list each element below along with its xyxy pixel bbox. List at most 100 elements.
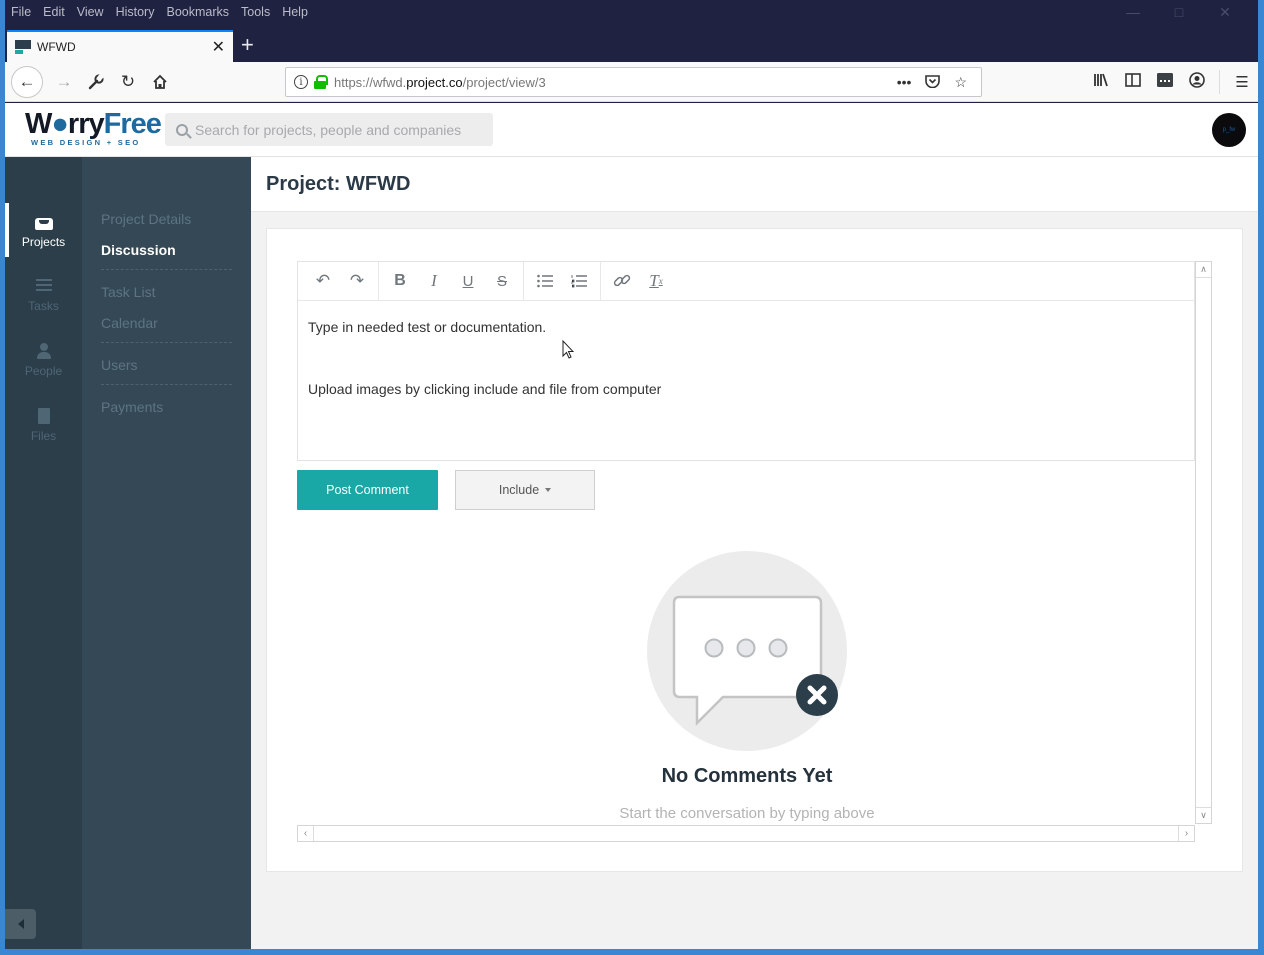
url-bar[interactable]: i https://wfwd.project.co/project/view/3…: [285, 67, 982, 97]
browser-window: File Edit View History Bookmarks Tools H…: [0, 0, 1264, 955]
strikethrough-icon[interactable]: S: [485, 266, 519, 296]
close-window-icon[interactable]: ✕: [1202, 4, 1248, 21]
maximize-icon[interactable]: □: [1156, 4, 1202, 21]
editor-toolbar: ↶ ↷ B I U S T x: [298, 261, 1194, 301]
library-icon[interactable]: [1085, 73, 1117, 91]
home-icon[interactable]: [145, 67, 175, 97]
menu-view[interactable]: View: [77, 5, 104, 19]
menu-help[interactable]: Help: [282, 5, 308, 19]
window-controls: — □ ✕: [1110, 4, 1248, 21]
logo-word-1: W●rry: [25, 108, 105, 140]
mouse-cursor-icon: [562, 340, 574, 359]
scroll-right-icon[interactable]: ›: [1178, 826, 1194, 841]
toolbar-icons: ☰: [1085, 67, 1258, 97]
rail-item-people[interactable]: People: [5, 330, 82, 390]
menu-icon[interactable]: ☰: [1226, 73, 1258, 91]
search-icon: [176, 123, 188, 136]
new-tab-icon[interactable]: +: [241, 32, 254, 58]
menu-history[interactable]: History: [116, 5, 155, 19]
search-placeholder: Search for projects, people and companie…: [195, 121, 462, 138]
scroll-up-icon[interactable]: ∧: [1196, 262, 1211, 278]
tab-wfwd[interactable]: WFWD ✕: [7, 30, 233, 62]
link-icon[interactable]: [605, 266, 639, 296]
bulleted-list-icon[interactable]: [528, 266, 562, 296]
main-content: Project: WFWD ↶ ↷ B I U S T x Type in ne…: [251, 157, 1258, 949]
dot-icon: [704, 638, 724, 658]
subnav-task-list[interactable]: Task List: [101, 284, 232, 300]
page-actions-icon[interactable]: •••: [897, 74, 912, 90]
subnav-divider: [101, 269, 232, 270]
bold-icon[interactable]: B: [383, 266, 417, 296]
scroll-left-icon[interactable]: ‹: [298, 826, 314, 841]
project-subnav: Project Details Discussion Task List Cal…: [82, 157, 251, 949]
nav-bar: ← → ↻ i https://wfwd.project.co/project/…: [5, 62, 1258, 102]
list-group: [524, 261, 601, 301]
tab-strip: WFWD ✕ +: [5, 30, 1258, 62]
italic-icon[interactable]: I: [417, 266, 451, 296]
vertical-scrollbar[interactable]: ∧ ∨: [1195, 261, 1212, 824]
info-icon[interactable]: i: [294, 75, 308, 89]
inbox-icon: [34, 217, 53, 230]
favicon-icon: [15, 40, 31, 54]
app: W●rryFree WEB DESIGN + SEO Search for pr…: [5, 103, 1258, 949]
history-group: ↶ ↷: [302, 261, 379, 301]
rail-label: People: [24, 363, 63, 378]
menu-bookmarks[interactable]: Bookmarks: [166, 5, 229, 19]
undo-icon[interactable]: ↶: [306, 266, 340, 296]
url-text[interactable]: https://wfwd.project.co/project/view/3: [334, 75, 897, 90]
rail-item-tasks[interactable]: Tasks: [5, 265, 82, 325]
avatar[interactable]: p_fw: [1212, 113, 1246, 147]
menu-edit[interactable]: Edit: [43, 5, 65, 19]
horizontal-scrollbar[interactable]: ‹ ›: [297, 825, 1195, 842]
rail-label: Projects: [21, 234, 66, 249]
bookmark-star-icon[interactable]: ☆: [954, 74, 967, 91]
page-title: Project: WFWD: [266, 173, 411, 195]
include-dropdown-button[interactable]: Include: [455, 470, 595, 510]
url-prefix: https://wfwd.: [334, 74, 407, 90]
reload-icon[interactable]: ↻: [113, 67, 143, 97]
clear-formatting-icon[interactable]: Tx: [639, 266, 673, 296]
menu-bar: File Edit View History Bookmarks Tools H…: [5, 0, 1258, 24]
account-icon[interactable]: [1181, 72, 1213, 92]
rail-label: Files: [30, 428, 57, 443]
lock-icon[interactable]: [314, 75, 328, 89]
app-topbar: W●rryFree WEB DESIGN + SEO Search for pr…: [5, 103, 1258, 157]
subnav-payments[interactable]: Payments: [101, 399, 232, 415]
editor-line: Upload images by clicking include and fi…: [308, 381, 662, 397]
caret-down-icon: [545, 488, 552, 492]
underline-icon[interactable]: U: [451, 266, 485, 296]
search-input[interactable]: Search for projects, people and companie…: [165, 113, 493, 146]
discussion-card: ↶ ↷ B I U S T x Type in needed test or d…: [266, 228, 1243, 872]
subnav-users[interactable]: Users: [101, 357, 232, 373]
extension-icon[interactable]: [1149, 73, 1181, 91]
empty-state-subtitle: Start the conversation by typing above: [619, 805, 875, 822]
subnav-discussion[interactable]: Discussion: [101, 242, 232, 258]
insert-group: Tx: [601, 262, 677, 301]
menu-file[interactable]: File: [11, 5, 31, 19]
minimize-icon[interactable]: —: [1110, 4, 1156, 21]
file-icon: [35, 407, 53, 424]
sidebar-icon[interactable]: [1117, 73, 1149, 91]
subnav-calendar[interactable]: Calendar: [101, 315, 232, 331]
close-tab-icon[interactable]: ✕: [212, 37, 225, 57]
redo-icon[interactable]: ↷: [340, 266, 374, 296]
menu-tools[interactable]: Tools: [241, 5, 270, 19]
subnav-project-details[interactable]: Project Details: [101, 211, 232, 227]
worryfree-logo[interactable]: W●rryFree WEB DESIGN + SEO: [25, 108, 162, 147]
format-group: B I U S: [379, 261, 524, 301]
url-path: /project/view/3: [462, 74, 546, 90]
numbered-list-icon[interactable]: [562, 266, 596, 296]
collapse-sidebar-button[interactable]: [5, 909, 36, 939]
pocket-icon[interactable]: [925, 74, 941, 91]
editor-content[interactable]: Type in needed test or documentation. Up…: [308, 317, 1184, 441]
subnav-divider: [101, 384, 232, 385]
rail-item-files[interactable]: Files: [5, 395, 82, 455]
url-domain: project.co: [406, 74, 463, 90]
forward-icon[interactable]: →: [49, 67, 79, 97]
back-icon[interactable]: ←: [11, 66, 43, 98]
rail-item-projects[interactable]: Projects: [5, 203, 82, 263]
dot-icon: [736, 638, 756, 658]
wrench-icon[interactable]: [81, 67, 111, 97]
post-comment-button[interactable]: Post Comment: [297, 470, 438, 510]
comment-editor[interactable]: ↶ ↷ B I U S T x Type in needed test or d…: [297, 261, 1195, 461]
